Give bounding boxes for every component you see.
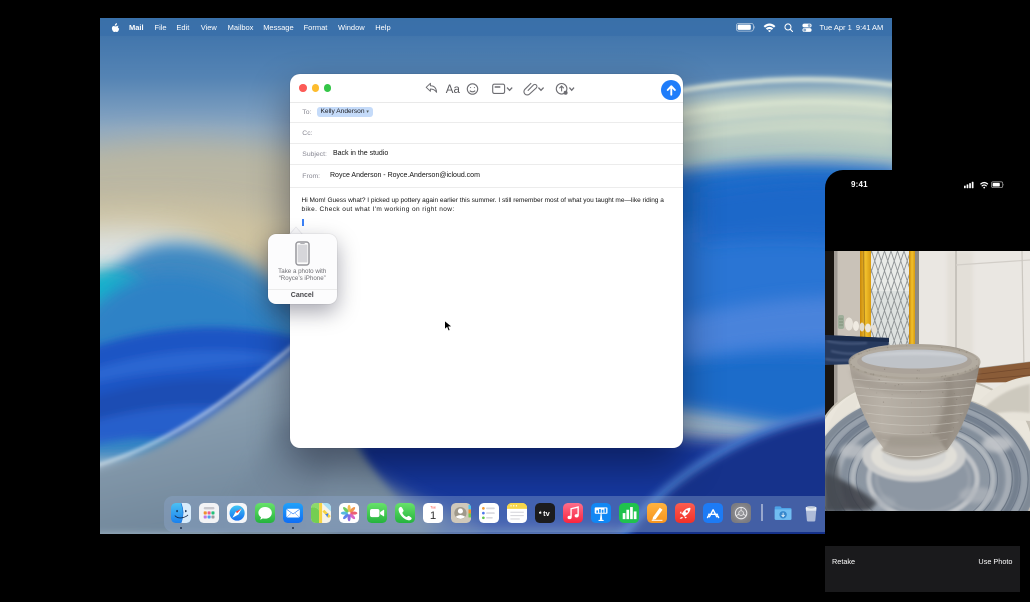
svg-text:tv: tv — [543, 509, 550, 518]
svg-text:Tue: Tue — [430, 505, 436, 509]
svg-text:1: 1 — [430, 509, 436, 521]
